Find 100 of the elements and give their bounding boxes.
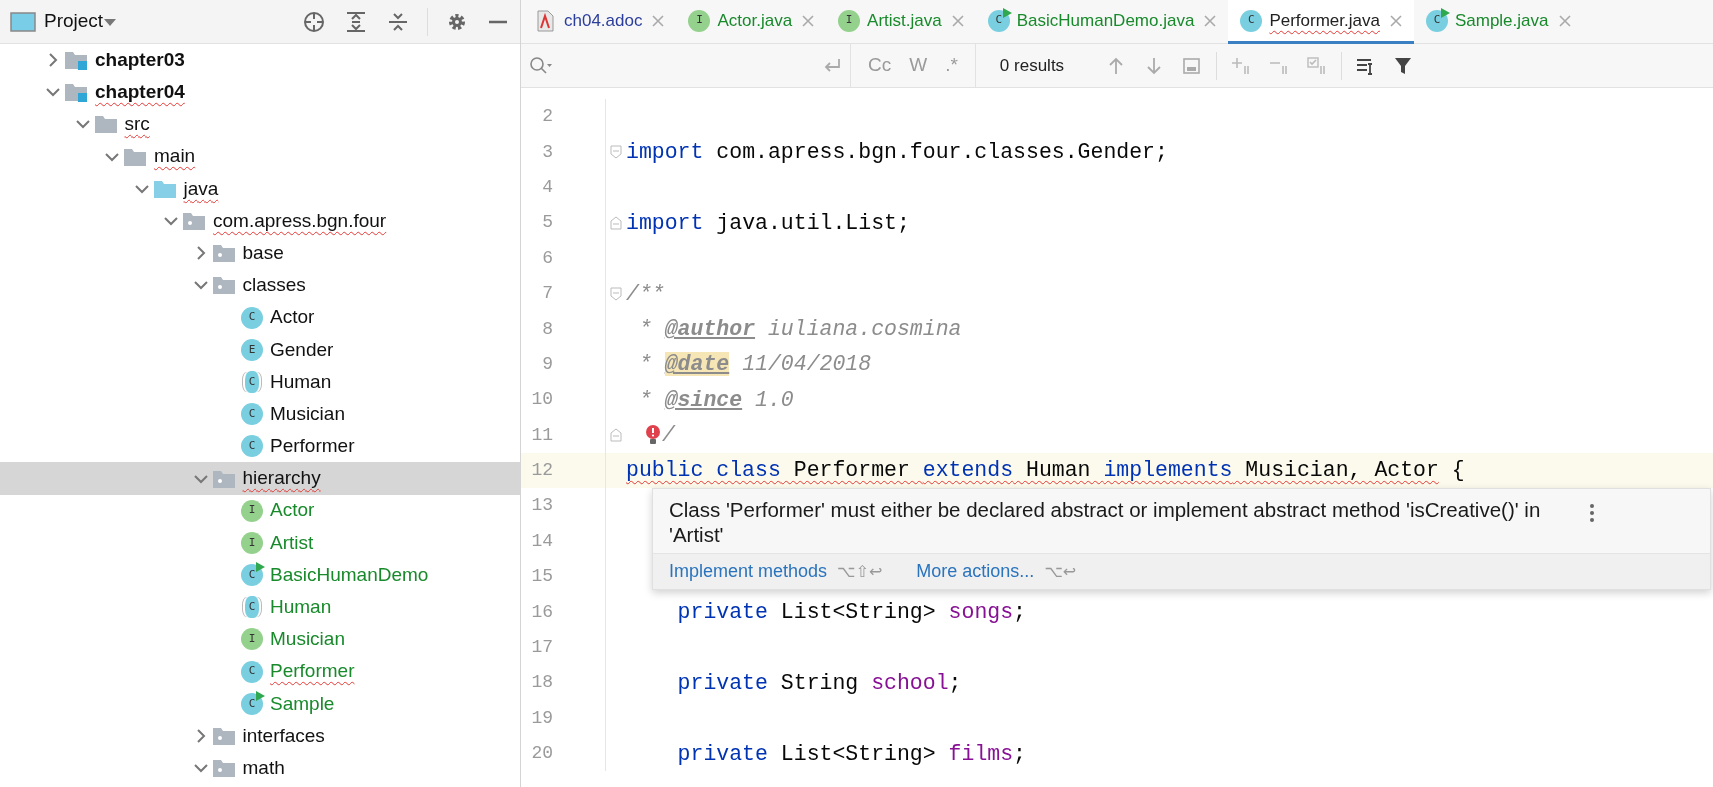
code-line: private String school; bbox=[676, 669, 962, 697]
line-number: 12 bbox=[521, 452, 606, 489]
tree-item[interactable]: chapter04 bbox=[0, 76, 520, 109]
result-count: 0 results bbox=[999, 54, 1065, 77]
close-icon[interactable] bbox=[1389, 14, 1402, 27]
editor-tab[interactable]: I Artist.java bbox=[826, 0, 976, 44]
code-line: import com.apress.bgn.four.classes.Gender; bbox=[626, 138, 1168, 166]
line-number: 6 bbox=[521, 240, 606, 276]
tree-item[interactable]: C Sample bbox=[0, 687, 520, 720]
class-icon: C bbox=[241, 660, 263, 683]
code-line: * @author iuliana.cosmina bbox=[637, 315, 962, 343]
abstract-class-icon: C bbox=[245, 596, 259, 619]
close-icon[interactable] bbox=[951, 14, 964, 27]
tree-item[interactable]: chapter03 bbox=[0, 44, 520, 77]
line-number: 18 bbox=[521, 665, 606, 701]
interface-icon: I bbox=[241, 628, 263, 651]
tree-item[interactable]: C Human bbox=[0, 591, 520, 624]
line-number: 19 bbox=[521, 700, 606, 737]
square-icon[interactable] bbox=[1182, 55, 1203, 76]
line-number: 17 bbox=[521, 629, 606, 666]
package-icon bbox=[211, 725, 236, 748]
line-number: 4 bbox=[521, 169, 606, 206]
editor-tab[interactable]: I Actor.java bbox=[676, 0, 827, 44]
expand-all-icon[interactable] bbox=[345, 10, 367, 33]
line-number: 16 bbox=[521, 594, 606, 630]
runnable-class-icon: C bbox=[1425, 9, 1448, 32]
package-icon bbox=[182, 210, 206, 233]
editor-tab[interactable]: C Sample.java bbox=[1413, 0, 1583, 44]
tree-item[interactable]: C Performer bbox=[0, 655, 520, 688]
tree-item[interactable]: main bbox=[0, 140, 520, 173]
enum-icon: E bbox=[241, 338, 263, 361]
tree-item[interactable]: C Human bbox=[0, 365, 520, 399]
tree-item[interactable]: classes bbox=[0, 269, 520, 302]
more-options-icon[interactable] bbox=[1589, 503, 1595, 524]
code-line: import java.util.List; bbox=[626, 209, 910, 237]
package-icon bbox=[211, 757, 236, 780]
close-icon[interactable] bbox=[802, 14, 815, 27]
line-number: 2 bbox=[521, 99, 606, 135]
folder-icon bbox=[93, 113, 118, 136]
class-icon: C bbox=[1240, 9, 1263, 32]
action-link[interactable]: More actions... bbox=[916, 558, 1035, 586]
interface-icon: I bbox=[838, 9, 861, 32]
tree-item[interactable]: E Gender bbox=[0, 333, 520, 366]
runnable-class-icon: C bbox=[241, 692, 263, 715]
class-icon: C bbox=[241, 403, 263, 426]
bulb-icon[interactable] bbox=[644, 424, 662, 447]
line-number: 15 bbox=[521, 559, 606, 595]
code-line: * @date 11/04/2018 bbox=[637, 351, 872, 379]
tree-item[interactable]: C Musician bbox=[0, 398, 520, 431]
code-line: private List<String> songs; bbox=[676, 599, 1026, 627]
code-line: public class Performer extends Human implements Musician, Actor { bbox=[626, 457, 1465, 485]
tree-item[interactable]: math bbox=[0, 752, 520, 785]
shortcut-hint: ⌥⇧↩ bbox=[837, 560, 883, 583]
module-icon bbox=[64, 49, 88, 72]
close-icon[interactable] bbox=[652, 14, 665, 27]
package-icon bbox=[211, 242, 236, 265]
tree-item[interactable]: hierarchy bbox=[0, 462, 520, 495]
error-message: Class 'Performer' must either be declared abstract or implement abstract method 'isCreative()' in 'Artist' bbox=[668, 497, 1542, 549]
panel-icon bbox=[10, 10, 36, 33]
line-number: 13 bbox=[521, 488, 606, 524]
action-link[interactable]: Implement methods bbox=[669, 558, 828, 586]
tree-item[interactable]: C BasicHumanDemo bbox=[0, 559, 520, 592]
abstract-class-icon: C bbox=[245, 370, 259, 393]
interface-icon: I bbox=[241, 499, 263, 522]
module-icon bbox=[64, 81, 88, 104]
line-number: 9 bbox=[521, 346, 606, 383]
close-icon[interactable] bbox=[1204, 14, 1217, 27]
tree-item[interactable]: C Performer bbox=[0, 430, 520, 463]
code-line: private List<String> films; bbox=[676, 740, 1026, 768]
code-line: * @since 1.0 bbox=[637, 386, 794, 414]
tree-item[interactable]: com.apress.bgn.four bbox=[0, 204, 520, 238]
interface-icon: I bbox=[241, 531, 263, 554]
locate-icon[interactable] bbox=[303, 10, 325, 33]
package-icon bbox=[211, 274, 236, 297]
class-icon: C bbox=[241, 306, 263, 329]
line-number: 3 bbox=[521, 134, 606, 170]
tree-item[interactable]: I Musician bbox=[0, 623, 520, 656]
editor-tab[interactable]: C Performer.java bbox=[1228, 0, 1414, 44]
line-number: 8 bbox=[521, 311, 606, 347]
line-number: 11 bbox=[521, 417, 606, 453]
dropdown-icon[interactable] bbox=[103, 16, 118, 27]
tree-item[interactable]: I Actor bbox=[0, 494, 520, 527]
tree-item[interactable]: I Artist bbox=[0, 526, 520, 559]
editor-tab[interactable]: ch04.adoc bbox=[521, 0, 677, 44]
runnable-class-icon: C bbox=[241, 564, 263, 587]
search-icon bbox=[529, 55, 553, 76]
editor-tab[interactable]: C BasicHumanDemo.java bbox=[975, 0, 1229, 44]
close-icon[interactable] bbox=[1558, 14, 1571, 27]
project-view-selector[interactable]: Project bbox=[44, 7, 104, 36]
tree-item[interactable]: interfaces bbox=[0, 719, 520, 753]
line-number: 7 bbox=[521, 275, 606, 312]
code-line: / bbox=[662, 422, 675, 450]
shortcut-hint: ⌥↩ bbox=[1044, 560, 1077, 583]
line-number: 20 bbox=[521, 736, 606, 772]
collapse-all-icon[interactable] bbox=[387, 10, 409, 33]
runnable-class-icon: C bbox=[987, 9, 1010, 32]
tree-item[interactable]: src bbox=[0, 108, 520, 141]
tree-item[interactable]: C Actor bbox=[0, 301, 520, 334]
tree-item[interactable]: java bbox=[0, 172, 520, 205]
tree-item[interactable]: base bbox=[0, 237, 520, 270]
